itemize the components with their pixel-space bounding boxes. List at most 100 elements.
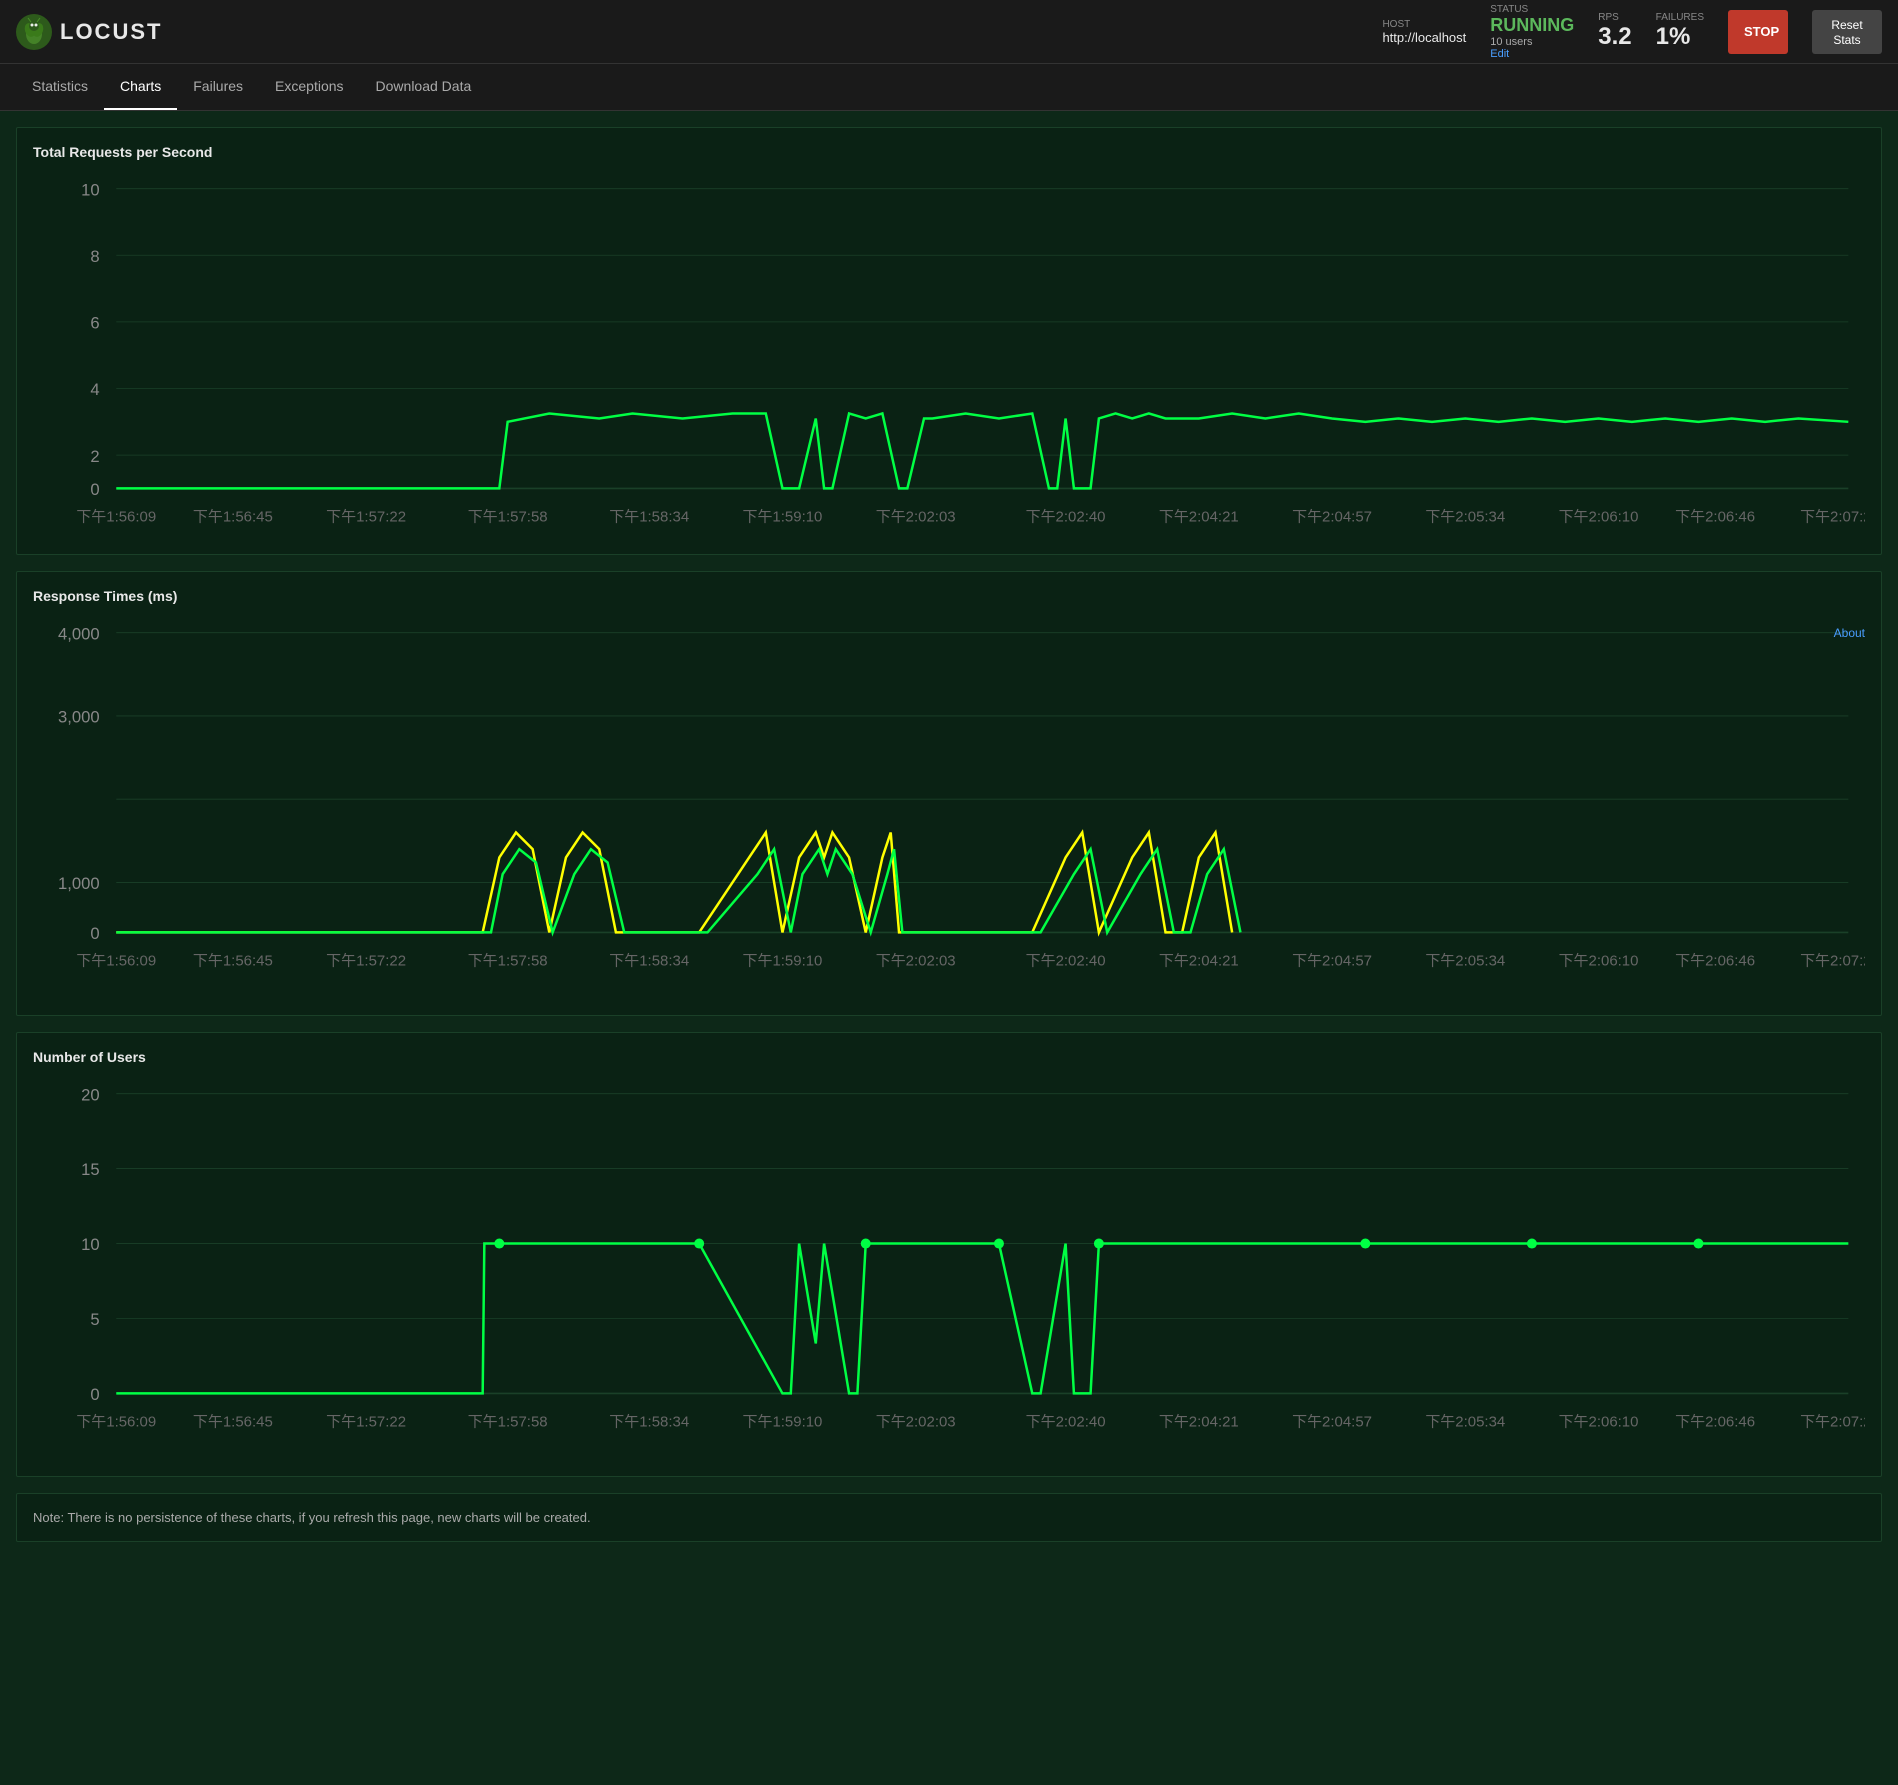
- header-info: HOST http://localhost STATUS RUNNING 10 …: [1382, 4, 1882, 60]
- svg-text:下午2:05:34: 下午2:05:34: [1425, 953, 1505, 970]
- svg-text:下午2:06:46: 下午2:06:46: [1675, 1414, 1755, 1431]
- footer-note-text: Note: There is no persistence of these c…: [33, 1510, 591, 1525]
- logo-area: LOCUST: [16, 14, 162, 50]
- rps-chart-svg: 10 8 6 4 2 0 下午1:56:09 下午1:56:45 下午1:57:…: [33, 172, 1865, 538]
- rps-chart-container: 10 8 6 4 2 0 下午1:56:09 下午1:56:45 下午1:57:…: [33, 172, 1865, 538]
- svg-text:0: 0: [90, 480, 99, 499]
- tab-failures[interactable]: Failures: [177, 64, 259, 110]
- main-content: Total Requests per Second 10 8 6 4 2 0: [0, 111, 1898, 1558]
- rps-chart-title: Total Requests per Second: [33, 144, 1865, 160]
- tab-exceptions[interactable]: Exceptions: [259, 64, 359, 110]
- svg-text:下午2:04:57: 下午2:04:57: [1292, 509, 1372, 526]
- footer-note: Note: There is no persistence of these c…: [16, 1493, 1882, 1542]
- svg-text:4: 4: [90, 380, 99, 399]
- svg-text:下午2:07:23: 下午2:07:23: [1800, 509, 1865, 526]
- svg-text:10: 10: [81, 1236, 100, 1255]
- svg-text:下午1:57:22: 下午1:57:22: [326, 953, 406, 970]
- failures-label: FAILURES: [1656, 12, 1704, 23]
- svg-text:下午2:04:57: 下午2:04:57: [1292, 953, 1372, 970]
- svg-text:下午1:57:58: 下午1:57:58: [468, 953, 548, 970]
- svg-text:下午2:06:10: 下午2:06:10: [1559, 509, 1639, 526]
- rps-info: RPS 3.2: [1598, 12, 1631, 51]
- svg-text:下午1:57:58: 下午1:57:58: [468, 509, 548, 526]
- svg-text:下午1:56:09: 下午1:56:09: [76, 953, 156, 970]
- tab-charts[interactable]: Charts: [104, 64, 177, 110]
- svg-text:下午1:59:10: 下午1:59:10: [743, 1414, 823, 1431]
- svg-text:下午2:02:03: 下午2:02:03: [876, 953, 956, 970]
- svg-text:下午2:06:10: 下午2:06:10: [1559, 953, 1639, 970]
- rps-chart-section: Total Requests per Second 10 8 6 4 2 0: [16, 127, 1882, 555]
- svg-text:5: 5: [90, 1311, 99, 1330]
- svg-text:下午2:02:03: 下午2:02:03: [876, 509, 956, 526]
- users-value: 10 users: [1490, 36, 1574, 48]
- svg-text:下午2:02:40: 下午2:02:40: [1026, 509, 1106, 526]
- edit-link[interactable]: Edit: [1490, 48, 1574, 60]
- svg-text:3,000: 3,000: [58, 708, 100, 727]
- svg-text:4,000: 4,000: [58, 625, 100, 644]
- svg-text:下午1:56:45: 下午1:56:45: [193, 1414, 273, 1431]
- status-value: RUNNING: [1490, 15, 1574, 36]
- svg-text:下午2:02:03: 下午2:02:03: [876, 1414, 956, 1431]
- host-info: HOST http://localhost: [1382, 19, 1466, 45]
- tab-download[interactable]: Download Data: [360, 64, 488, 110]
- svg-text:下午1:59:10: 下午1:59:10: [743, 509, 823, 526]
- host-value: http://localhost: [1382, 30, 1466, 45]
- svg-text:下午1:56:45: 下午1:56:45: [193, 509, 273, 526]
- header: LOCUST HOST http://localhost STATUS RUNN…: [0, 0, 1898, 64]
- svg-text:下午2:02:40: 下午2:02:40: [1026, 1414, 1106, 1431]
- logo-icon: [16, 14, 52, 50]
- svg-text:下午1:56:09: 下午1:56:09: [76, 1414, 156, 1431]
- svg-text:8: 8: [90, 247, 99, 266]
- svg-text:1,000: 1,000: [58, 875, 100, 894]
- svg-text:6: 6: [90, 314, 99, 333]
- svg-text:15: 15: [81, 1161, 100, 1180]
- users-chart-title: Number of Users: [33, 1049, 1865, 1065]
- svg-text:下午1:57:22: 下午1:57:22: [326, 1414, 406, 1431]
- response-chart-section: Response Times (ms) About 4,000 3,000 1,…: [16, 571, 1882, 1016]
- svg-text:下午2:04:21: 下午2:04:21: [1159, 953, 1239, 970]
- svg-text:下午2:07:23: 下午2:07:23: [1800, 1414, 1865, 1431]
- svg-text:下午2:04:21: 下午2:04:21: [1159, 509, 1239, 526]
- svg-text:下午1:59:10: 下午1:59:10: [743, 953, 823, 970]
- svg-text:下午2:06:10: 下午2:06:10: [1559, 1414, 1639, 1431]
- svg-text:下午2:05:34: 下午2:05:34: [1425, 1414, 1505, 1431]
- failures-info: FAILURES 1%: [1656, 12, 1704, 51]
- svg-text:下午1:58:34: 下午1:58:34: [609, 953, 689, 970]
- status-label: STATUS: [1490, 4, 1574, 15]
- svg-text:下午1:58:34: 下午1:58:34: [609, 1414, 689, 1431]
- svg-text:下午2:02:40: 下午2:02:40: [1026, 953, 1106, 970]
- svg-text:下午1:57:22: 下午1:57:22: [326, 509, 406, 526]
- svg-text:下午1:56:45: 下午1:56:45: [193, 953, 273, 970]
- svg-text:下午2:05:34: 下午2:05:34: [1425, 509, 1505, 526]
- nav-tabs: Statistics Charts Failures Exceptions Do…: [0, 64, 1898, 111]
- svg-text:0: 0: [90, 924, 99, 943]
- failures-value: 1%: [1656, 23, 1704, 51]
- users-chart-section: Number of Users 20 15 10 5 0: [16, 1032, 1882, 1477]
- svg-text:下午2:06:46: 下午2:06:46: [1675, 509, 1755, 526]
- response-chart-svg: 4,000 3,000 1,000 0 下午1:56:09 下午1:56:45 …: [33, 616, 1865, 999]
- rps-label: RPS: [1598, 12, 1631, 23]
- users-chart-svg: 20 15 10 5 0 下午1:56:09 下午1:56:45 下午1: [33, 1077, 1865, 1460]
- tab-statistics[interactable]: Statistics: [16, 64, 104, 110]
- svg-text:20: 20: [81, 1086, 100, 1105]
- rps-value: 3.2: [1598, 23, 1631, 51]
- response-chart-title: Response Times (ms): [33, 588, 1865, 604]
- users-chart-container: 20 15 10 5 0 下午1:56:09 下午1:56:45 下午1: [33, 1077, 1865, 1460]
- svg-text:下午1:57:58: 下午1:57:58: [468, 1414, 548, 1431]
- host-label: HOST: [1382, 19, 1466, 30]
- reset-button[interactable]: Reset Stats: [1812, 10, 1882, 54]
- about-link[interactable]: About: [1834, 626, 1865, 640]
- svg-text:下午2:04:21: 下午2:04:21: [1159, 1414, 1239, 1431]
- stop-button[interactable]: STOP: [1728, 10, 1788, 54]
- svg-text:0: 0: [90, 1386, 99, 1405]
- svg-text:下午1:56:09: 下午1:56:09: [76, 509, 156, 526]
- svg-text:2: 2: [90, 447, 99, 466]
- app-title: LOCUST: [60, 19, 162, 45]
- svg-text:下午2:04:57: 下午2:04:57: [1292, 1414, 1372, 1431]
- status-info: STATUS RUNNING 10 users Edit: [1490, 4, 1574, 60]
- svg-text:下午2:07:23: 下午2:07:23: [1800, 953, 1865, 970]
- svg-text:下午2:06:46: 下午2:06:46: [1675, 953, 1755, 970]
- svg-text:10: 10: [81, 180, 100, 199]
- response-chart-container: About 4,000 3,000 1,000 0 下午1:56:09 下: [33, 616, 1865, 999]
- svg-text:下午1:58:34: 下午1:58:34: [609, 509, 689, 526]
